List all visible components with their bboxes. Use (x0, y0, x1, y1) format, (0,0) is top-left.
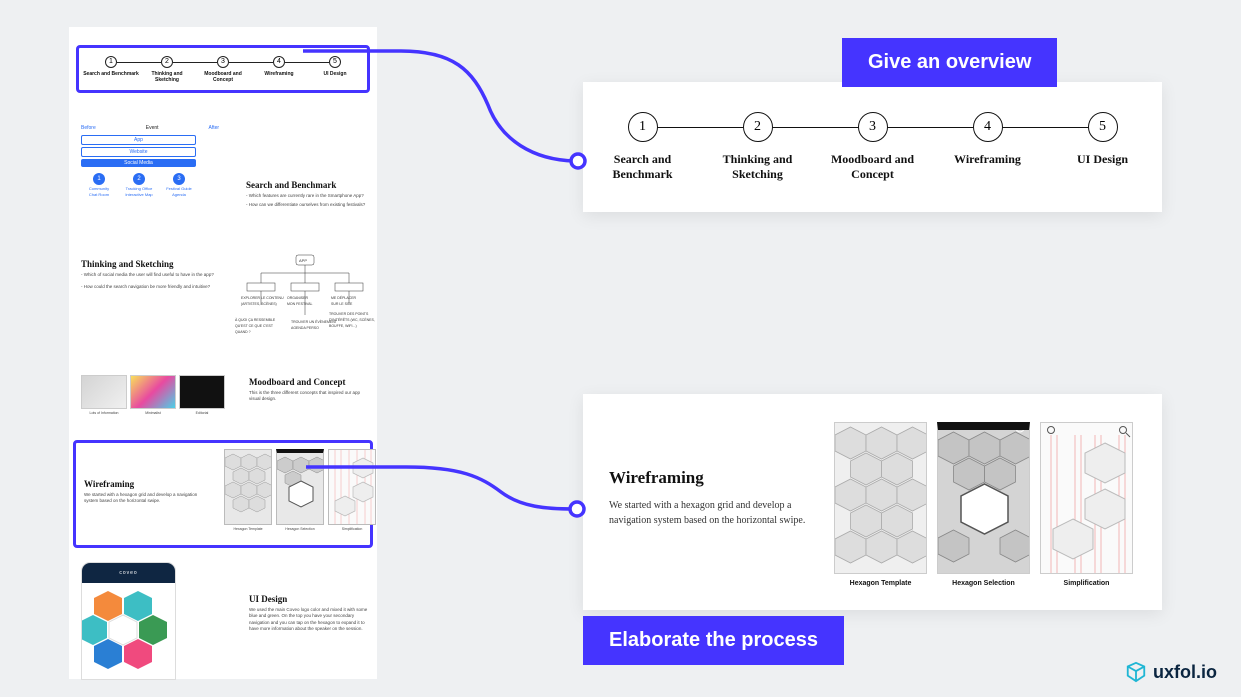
portfolio-moodboard-section: Lots of Information Minimalist Editorial… (81, 375, 365, 430)
btn-social: Social Media (81, 159, 196, 167)
wire-detail-1 (834, 422, 927, 574)
svg-text:QUAND ?: QUAND ? (235, 330, 251, 334)
logo-text: uxfol.io (1153, 662, 1217, 683)
svg-text:TROUVER DES POINTS: TROUVER DES POINTS (329, 312, 369, 316)
svg-text:AGENDA PERSO: AGENDA PERSO (291, 326, 319, 330)
svg-text:EXPLORER LE CONTENU: EXPLORER LE CONTENU (241, 296, 284, 300)
ov-step-4: 4 Wireframing (930, 112, 1045, 167)
pf-step-5: 5 UI Design (307, 56, 363, 77)
overview-card: 1 Search and Benchmark 2 Thinking and Sk… (583, 82, 1162, 212)
portfolio-wireframe-highlight: Wireframing We started with a hexagon gr… (73, 440, 373, 548)
ov-step-5: 5 UI Design (1045, 112, 1160, 167)
svg-text:MON FESTIVAL: MON FESTIVAL (287, 302, 312, 306)
search-heading: Search and Benchmark (246, 180, 366, 190)
ov-step-2: 2 Thinking and Sketching (700, 112, 815, 182)
svg-text:(ARTISTES, SCÈNES): (ARTISTES, SCÈNES) (241, 301, 277, 306)
svg-text:QU'EST CE QUE C'EST: QU'EST CE QUE C'EST (235, 324, 274, 328)
wire-thumb-1 (224, 449, 272, 525)
wire-thumb-3 (328, 449, 376, 525)
portfolio-ui-section: coveo UI Design We used the main Coveo l… (81, 562, 365, 687)
btn-website: Website (81, 147, 196, 157)
mindmap-sketch: APP EXPLORER LE CONTENU (ARTISTES, SCÈNE… (231, 249, 379, 344)
ui-heading: UI Design (249, 594, 369, 604)
pf-step-2: 2 Thinking and Sketching (139, 56, 195, 83)
svg-text:APP: APP (299, 258, 307, 263)
portfolio-think-section: Thinking and Sketching - Which of social… (81, 259, 365, 354)
callout-overview: Give an overview (842, 38, 1057, 87)
phone-mockup: coveo (81, 562, 176, 680)
svg-text:BOUFFE, WIFI...): BOUFFE, WIFI...) (329, 324, 357, 328)
btn-app: App (81, 135, 196, 145)
logo-icon (1125, 661, 1147, 683)
search-tabs: Before Event After (81, 125, 365, 131)
callout-elaborate: Elaborate the process (583, 616, 844, 665)
ov-step-1: 1 Search and Benchmark (585, 112, 700, 182)
pf-step-3: 3 Moodboard and Concept (195, 56, 251, 83)
wire-detail-2 (937, 422, 1030, 574)
portfolio-search-section: Before Event After App Website Social Me… (81, 125, 365, 240)
svg-text:SUR LE SITE: SUR LE SITE (331, 302, 353, 306)
portfolio-page: 1 Search and Benchmark 2 Thinking and Sk… (69, 27, 377, 679)
portfolio-overview-highlight: 1 Search and Benchmark 2 Thinking and Sk… (76, 45, 370, 93)
svg-text:À QUOI ÇA RESSEMBLE: À QUOI ÇA RESSEMBLE (235, 318, 276, 322)
svg-text:ME DÉPLACER: ME DÉPLACER (331, 295, 357, 300)
mood-image-1 (81, 375, 127, 409)
wire-detail-3 (1040, 422, 1133, 574)
pf-step-1: 1 Search and Benchmark (83, 56, 139, 77)
mood-heading: Moodboard and Concept (249, 377, 369, 387)
wire-heading-small: Wireframing (84, 479, 204, 489)
ov-step-3: 3 Moodboard and Concept (815, 112, 930, 182)
pf-step-4: 4 Wireframing (251, 56, 307, 77)
mood-image-3 (179, 375, 225, 409)
mood-image-2 (130, 375, 176, 409)
wire-thumb-2 (276, 449, 324, 525)
wire-detail-heading: Wireframing (609, 468, 834, 488)
wire-detail-body: We started with a hexagon grid and devel… (609, 498, 834, 528)
svg-text:D'INTÉRÊTS (WC, SCÈNES,: D'INTÉRÊTS (WC, SCÈNES, (329, 317, 375, 322)
think-heading: Thinking and Sketching (81, 259, 221, 269)
uxfolio-logo: uxfol.io (1125, 661, 1217, 683)
svg-text:ORGANISER: ORGANISER (287, 296, 308, 300)
wireframe-card: Wireframing We started with a hexagon gr… (583, 394, 1162, 610)
